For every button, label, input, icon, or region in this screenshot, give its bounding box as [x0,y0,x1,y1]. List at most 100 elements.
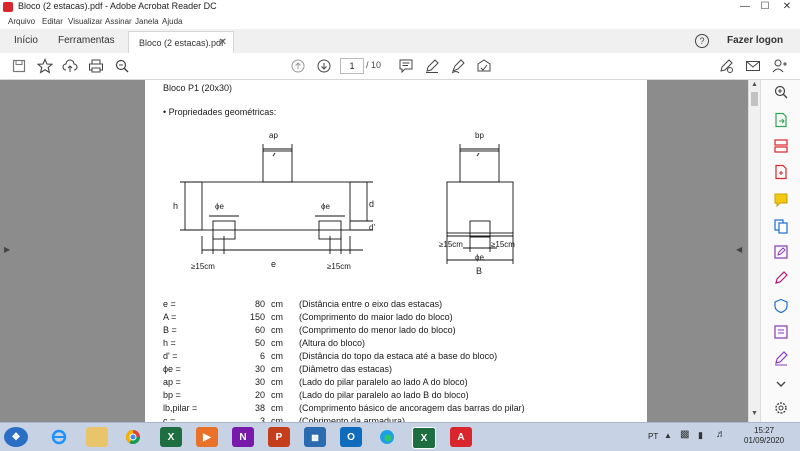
export-pdf-icon[interactable] [773,112,789,128]
excel-icon-1[interactable]: X [160,427,182,447]
fill-and-sign-icon[interactable] [773,270,789,286]
label-ge15-1: ≥15cm [191,262,215,271]
document-viewport[interactable]: ▶ ◀ Bloco P1 (20x30) • Propriedades geom… [0,80,748,422]
pdf-page: Bloco P1 (20x30) • Propriedades geométri… [145,80,647,422]
edge-icon[interactable] [376,427,398,447]
media-player-icon[interactable]: ▶ [196,427,218,447]
label-d-prime: d' [369,223,375,232]
tab-home[interactable]: Início [14,35,38,46]
property-value: 30 [254,364,265,374]
pile-right [469,220,491,238]
property-name: A = [163,312,177,322]
upload-cloud-icon[interactable] [62,58,78,74]
onenote-icon[interactable]: N [232,427,254,447]
share-user-icon[interactable] [772,58,788,74]
internet-explorer-icon[interactable] [48,427,70,447]
property-value: 50 [254,338,265,348]
print-icon[interactable] [88,58,104,74]
property-unit: cm [271,351,283,361]
combine-files-icon[interactable] [773,218,789,234]
system-clock[interactable]: 15:27 01/09/2020 [744,426,784,446]
menu-janela[interactable]: Janela [135,17,159,26]
acrobat-taskbar-icon[interactable]: A [450,427,472,447]
label-ap: ap [269,131,278,140]
close-tab-icon[interactable]: ✕ [219,37,227,48]
fill-sign-icon[interactable] [476,58,492,74]
page-number-input[interactable]: 1 [340,58,364,74]
scroll-up-icon[interactable]: ▲ [751,81,758,88]
previous-page-icon[interactable] [290,58,306,74]
menu-assinar[interactable]: Assinar [105,17,132,26]
property-description: (Lado do pilar paralelo ao lado A do blo… [299,377,468,387]
property-description: (Comprimento básico de ancoragem das bar… [299,403,525,413]
property-value: 6 [259,351,265,361]
help-icon[interactable]: ? [695,34,709,48]
maximize-button[interactable]: ☐ [756,0,774,15]
property-unit: cm [271,338,283,348]
zoom-in-icon[interactable] [773,84,789,100]
tray-battery-icon[interactable]: ▮ [698,430,703,441]
outlook-icon[interactable]: O [340,427,362,447]
excel-icon-2[interactable]: X [412,427,436,449]
doc-heading: Bloco P1 (20x30) [163,83,233,93]
property-unit: cm [271,377,283,387]
comment-icon[interactable] [398,58,414,74]
menu-visualizar[interactable]: Visualizar [68,17,103,26]
property-unit: cm [271,390,283,400]
comment-panel-icon[interactable] [773,192,789,208]
label-ge15-4: ≥15cm [491,240,515,249]
zoom-search-icon[interactable] [114,58,130,74]
settings-gear-icon[interactable] [773,400,789,416]
start-button[interactable]: ❖ [4,427,28,447]
doc-section-title: • Propriedades geométricas: [163,107,277,117]
send-for-comments-icon[interactable] [773,324,789,340]
minimize-button[interactable]: — [736,0,754,15]
highlight-pen-icon[interactable] [424,58,440,74]
edit-pen-icon[interactable] [718,58,734,74]
menu-ajuda[interactable]: Ajuda [162,17,182,26]
bookmark-star-icon[interactable] [37,58,53,74]
network-icon[interactable]: ▩ [304,427,326,447]
login-button[interactable]: Fazer logon [727,35,783,46]
scrollbar-thumb[interactable] [751,92,758,106]
close-window-button[interactable]: ✕ [778,0,796,15]
menu-editar[interactable]: Editar [42,17,63,26]
save-icon[interactable] [11,58,27,74]
tab-document-label: Bloco (2 estacas).pdf [139,38,224,48]
edit-pdf-icon[interactable] [773,244,789,260]
property-unit: cm [271,325,283,335]
property-unit: cm [271,299,283,309]
draw-sign-icon[interactable] [450,58,466,74]
chrome-icon[interactable] [122,427,144,447]
scroll-down-icon[interactable]: ▼ [751,410,758,417]
tray-volume-icon[interactable]: ♬ [716,429,726,440]
create-pdf-icon[interactable] [773,164,789,180]
property-value: 60 [254,325,265,335]
file-explorer-icon[interactable] [86,427,108,447]
next-page-icon[interactable] [316,58,332,74]
property-description: (Lado do pilar paralelo ao lado B do blo… [299,390,469,400]
menu-bar: Arquivo Editar Visualizar Assinar Janela… [0,15,800,30]
tray-network-icon[interactable]: ▩ [680,429,689,440]
email-icon[interactable] [745,58,761,74]
title-bar: Bloco (2 estacas).pdf - Adobe Acrobat Re… [0,0,800,15]
protect-shield-icon[interactable] [773,298,789,314]
tab-tools[interactable]: Ferramentas [58,35,115,46]
toolbar: 1 / 10 [0,53,800,80]
tray-expand-icon[interactable]: ▲ [664,431,672,440]
menu-arquivo[interactable]: Arquivo [8,17,35,26]
label-ge15-3: ≥15cm [439,240,463,249]
powerpoint-icon[interactable]: P [268,427,290,447]
windows-taskbar: ❖ X ▶ N P ▩ O X A PT ▲ ▩ ▮ ♬ 15:27 01/09… [0,422,800,451]
label-phi-e-2: ϕe [321,202,330,211]
left-panel-toggle-icon[interactable]: ▶ [4,245,10,254]
sign-pen-icon[interactable] [773,350,789,366]
expand-tools-chevron-icon[interactable] [773,376,789,392]
property-name: ϕe = [163,364,181,374]
language-indicator[interactable]: PT [648,432,658,441]
right-panel-toggle-icon[interactable]: ◀ [736,245,742,254]
label-e: e [271,259,277,269]
tab-document[interactable]: Bloco (2 estacas).pdf ✕ [128,31,234,54]
organize-pages-icon[interactable] [773,138,789,154]
label-h: h [173,201,179,211]
